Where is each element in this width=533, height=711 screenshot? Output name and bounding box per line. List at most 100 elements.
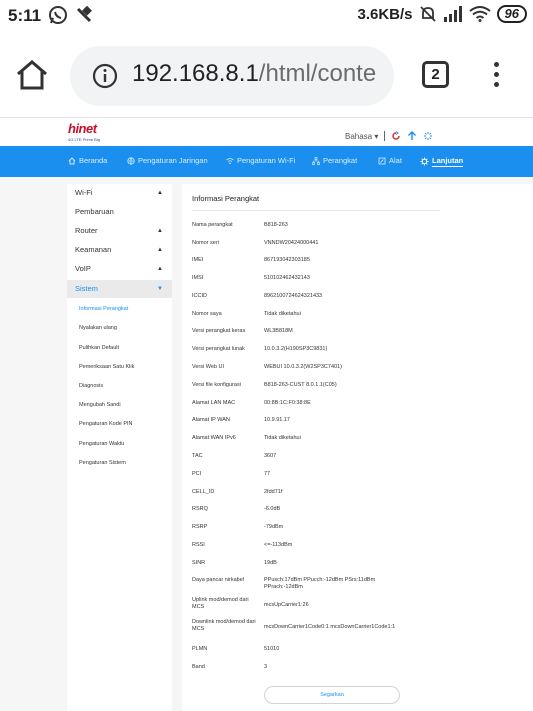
home-icon[interactable] [14,57,50,93]
info-value: B818-263 [264,222,288,228]
sidebar-sub-informasi-perangkat[interactable]: Informasi Perangkat [67,301,172,317]
info-value: -79dBm [264,524,284,530]
whatsapp-icon [49,6,67,24]
tab-switcher-button[interactable]: 2 [422,61,449,88]
info-label: Alamat WAN IPv6 [192,435,236,441]
upload-arrow-icon[interactable] [407,131,417,141]
collapse-arrow-icon: ▲ [157,228,163,234]
sidebar-sub-pulihkan-default[interactable]: Pulihkan Default [67,340,172,356]
refresh-icon[interactable] [391,131,401,141]
wifi-icon [226,157,234,164]
url-path: /html/conte [258,60,377,87]
globe-icon [127,156,135,165]
gear-icon [420,157,429,166]
sidebar-sub-pengaturan-kode-pin[interactable]: Pengaturan Kode PIN [67,416,172,432]
info-label: Versi file konfigurasi [192,382,241,388]
info-value: 77 [264,471,271,477]
sidebar-item-voip[interactable]: VoIP ▲ [67,260,172,278]
collapse-arrow-icon: ▲ [157,190,163,196]
sidebar: Wi-Fi ▲ Pembaruan Router ▲ Keamanan ▲ VoIP ▲… [67,184,172,711]
info-label: PLMN [192,646,208,652]
home-icon [68,156,76,164]
sidebar-sub-pengaturan-waktu[interactable]: Pengaturan Waktu [67,436,172,452]
info-label: PCI [192,471,202,477]
browser-menu-icon[interactable] [488,59,504,93]
sidebar-item-router[interactable]: Router ▲ [67,222,172,240]
divider [192,210,440,211]
main-nav: Beranda Pengaturan Jaringan Pengaturan W… [0,146,533,177]
info-label: Alamat IP WAN [192,417,230,423]
language-select[interactable]: Bahasa ▾ [345,132,378,141]
sidebar-sub-nyalakan-ulang[interactable]: Nyalakan ulang [67,320,172,336]
expand-arrow-icon: ▼ [157,286,163,292]
status-bar: 5:11 3.6KB/s 96 [0,0,533,32]
hinet-logo: hinet 4G LTE Prime Big [68,121,100,143]
net-speed: 3.6KB/s [357,5,413,23]
nav-alat[interactable]: Alat [378,156,402,165]
loading-spinner-icon [424,132,433,140]
info-label: IMEI [192,257,204,263]
info-value: 19dB [264,560,277,566]
wifi-status-icon [468,6,491,22]
url-text[interactable]: 192.168.8.1/html/conte [132,60,376,88]
sidebar-sub-diagnosis[interactable]: Diagnosis [67,378,172,394]
browser-toolbar: 192.168.8.1/html/conte 2 [0,32,533,118]
sidebar-item-pembaruan[interactable]: Pembaruan [67,203,172,221]
signal-icon [443,6,462,22]
info-value: PPusch:17dBm PPucch:-12dBm PSrs:11dBm PP… [264,577,376,590]
info-value: 2fdd71f [264,489,283,495]
info-label: Daya pancar nirkabel [192,577,244,583]
address-bar[interactable]: 192.168.8.1/html/conte [70,46,394,106]
info-label: Uplink mod/demod dari MCS [192,597,249,610]
info-label: RSRP [192,524,208,530]
info-label: Downlink mod/demod dari MCS [192,619,256,632]
info-label: Versi Web UI [192,364,224,370]
sidebar-sub-pemeriksaan-satu-klik[interactable]: Pemeriksaan Satu Klik [67,359,172,375]
nav-pengaturan-wifi[interactable]: Pengaturan Wi-Fi [226,156,295,165]
info-label: Versi perangkat lunak [192,346,245,352]
sidebar-sub-pengaturan-sistem[interactable]: Pengaturan Sistem [67,455,172,471]
info-value: mcsUpCarrier1:26 [264,602,309,608]
info-value: 51010 [264,646,280,652]
info-label: IMSI [192,275,204,281]
page-title: Informasi Perangkat [192,194,260,203]
info-label: Nomor saya [192,311,222,317]
info-value: 10.0.3.2(H190SP3C9831) [264,346,328,352]
info-value: Tidak diketahui [264,311,301,317]
info-label: RSRQ [192,506,208,512]
divider [384,131,386,141]
nav-lanjutan[interactable]: Lanjutan [420,156,464,167]
info-value: 3 [264,664,268,670]
info-label: Nama perangkat [192,222,233,228]
info-icon[interactable] [92,63,118,89]
info-label: TAC [192,453,203,459]
sidebar-sub-mengubah-sandi[interactable]: Mengubah Sandi [67,397,172,413]
router-page: hinet 4G LTE Prime Big Bahasa ▾ Beranda … [0,118,533,711]
info-value: 510102462432143 [264,275,310,281]
notification-icons [48,5,94,25]
info-value: 3607 [264,453,277,459]
info-label: Band [192,664,205,670]
refresh-button[interactable]: Segarkan [264,686,400,704]
collapse-arrow-icon: ▲ [157,266,163,272]
collapse-arrow-icon: ▲ [157,247,163,253]
info-label: Nomor seri [192,240,219,246]
info-label: Alamat LAN MAC [192,400,236,406]
nav-pengaturan-jaringan[interactable]: Pengaturan Jaringan [127,156,208,165]
info-value: 00:8B:1C:F0:38:8E [264,400,311,406]
info-value: VNNDW20424000441 [264,240,319,246]
nav-perangkat[interactable]: Perangkat [312,156,357,165]
device-info-panel: Informasi Perangkat Nama perangkat B818-… [182,184,533,711]
info-label: CELL_ID [192,489,215,495]
sidebar-item-sistem[interactable]: Sistem ▼ [67,280,172,298]
info-value: 8962100724624321433 [264,293,323,299]
sidebar-item-keamanan[interactable]: Keamanan ▲ [67,241,172,259]
info-label: Versi perangkat keras [192,328,246,334]
info-label: SINR [192,560,206,566]
sidebar-item-wifi[interactable]: Wi-Fi ▲ [67,184,172,202]
info-value: <=-113dBm [264,542,293,548]
status-right: 3.6KB/s 96 [357,5,527,23]
info-value: WEBUI 10.0.3.2(W2SP3C7401) [264,364,342,370]
header-tools: Bahasa ▾ [345,131,433,141]
nav-beranda[interactable]: Beranda [68,156,107,165]
